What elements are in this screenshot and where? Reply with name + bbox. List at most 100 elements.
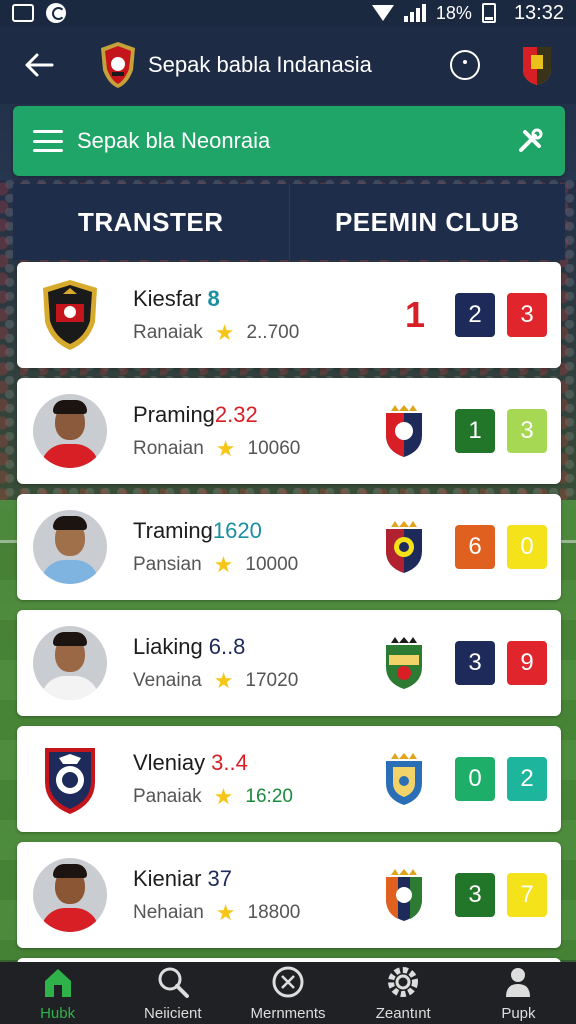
nav-hubk[interactable]: Hubk — [0, 962, 115, 1024]
tab-transter[interactable]: TRANSTER — [13, 184, 289, 260]
wifi-icon — [371, 5, 394, 21]
player-value: 1620 — [212, 518, 262, 543]
back-button[interactable] — [22, 48, 56, 82]
list-item[interactable]: Kieniar 37 Nehaian ★ 18800 3 7 — [17, 842, 561, 948]
player-region: Nehaian — [133, 902, 204, 923]
list-item[interactable]: Traming 1620 Pansian ★ 10000 6 0 — [17, 494, 561, 600]
list-item[interactable]: Kiesfar 8 Ranaiak ★ 2..700 1 2 3 — [17, 262, 561, 368]
avatar — [33, 510, 107, 584]
club-logo-icon — [101, 42, 135, 88]
player-region: Panaiak — [133, 786, 202, 807]
score-box: 6 — [455, 525, 495, 569]
score-box: 7 — [507, 873, 547, 917]
nav-label: Mernments — [250, 1005, 326, 1022]
club-crest-icon — [43, 280, 97, 350]
score-box: 9 — [507, 641, 547, 685]
sync-icon — [46, 3, 66, 23]
arrow-left-icon — [25, 53, 54, 77]
score-box: 2 — [455, 293, 495, 337]
player-rating: 10060 — [247, 438, 301, 459]
battery-percent: 18% — [435, 2, 472, 23]
star-icon: ★ — [213, 552, 234, 577]
avatar — [33, 394, 107, 468]
club-crest-icon — [386, 637, 422, 689]
player-name: Traming — [133, 518, 213, 543]
app-title: Sepak babla Indanasia — [148, 52, 372, 77]
list-item[interactable]: Liaking 6..8 Venaina ★ 17020 3 9 — [17, 610, 561, 716]
score-box: 3 — [455, 873, 495, 917]
score-box: 3 — [507, 293, 547, 337]
search-bar[interactable]: Sepak bla Neonraia — [13, 106, 565, 176]
player-region: Venaina — [133, 670, 202, 691]
tab-peemin-club[interactable]: PEEMIN CLUB — [288, 184, 566, 260]
search-icon — [158, 967, 189, 998]
list-item[interactable]: Vleniay 3..4 Panaiak ★ 16:20 0 2 — [17, 726, 561, 832]
player-value: 8 — [207, 286, 220, 311]
player-name: Kiesfar — [133, 286, 202, 311]
score-box: 0 — [507, 525, 547, 569]
avatar — [33, 626, 107, 700]
nav-zeantint[interactable]: Zeantınt — [346, 962, 461, 1024]
player-name: Vleniay — [133, 750, 206, 775]
star-icon: ★ — [215, 436, 236, 461]
player-photo — [33, 858, 107, 932]
score-box: 1 — [455, 409, 495, 453]
nav-label: Hubk — [40, 1005, 76, 1022]
player-name: Liaking — [133, 634, 203, 659]
bottom-nav: Hubk Neiicient Mernments Zeantınt Pupk — [0, 962, 576, 1024]
star-icon: ★ — [214, 320, 235, 345]
player-name: Kieniar — [133, 866, 202, 891]
clock-icon — [272, 966, 304, 998]
big-score: 1 — [404, 294, 425, 335]
signal-icon — [403, 4, 426, 22]
player-photo — [33, 394, 107, 468]
tab-bar: TRANSTER PEEMIN CLUB — [13, 184, 565, 260]
score-box: 3 — [455, 641, 495, 685]
avatar — [33, 858, 107, 932]
player-value: 37 — [207, 866, 232, 891]
player-value: 3..4 — [211, 750, 248, 775]
team-badge-icon[interactable] — [520, 43, 554, 87]
nav-neiicient[interactable]: Neiicient — [115, 962, 230, 1024]
player-photo — [33, 510, 107, 584]
player-value: 2.32 — [214, 402, 258, 427]
nav-label: Neiicient — [144, 1005, 202, 1022]
list-item[interactable]: Praming 2.32 Ronaian ★ 10060 1 3 — [17, 378, 561, 484]
status-bar: 18% 13:32 — [0, 0, 576, 26]
star-icon: ★ — [213, 668, 234, 693]
nav-label: Pupk — [501, 1005, 536, 1022]
clock-time: 13:32 — [513, 1, 564, 24]
player-rating: 17020 — [245, 670, 299, 691]
player-list: Kiesfar 8 Ranaiak ★ 2..700 1 2 3 Praming… — [17, 262, 561, 988]
tools-icon[interactable] — [515, 126, 545, 156]
star-icon: ★ — [213, 784, 234, 809]
record-button[interactable] — [450, 50, 480, 80]
club-crest-icon — [45, 748, 95, 814]
battery-icon — [481, 3, 496, 23]
player-photo — [33, 626, 107, 700]
nav-mernments[interactable]: Mernments — [230, 962, 345, 1024]
menu-icon[interactable] — [33, 130, 63, 152]
app-bar: Sepak babla Indanasia — [0, 26, 576, 104]
score-box: 2 — [507, 757, 547, 801]
player-rating: 10000 — [245, 554, 299, 575]
nav-label: Zeantınt — [375, 1005, 431, 1022]
avatar — [33, 278, 107, 352]
player-rating: 18800 — [247, 902, 301, 923]
player-rating: 16:20 — [245, 786, 293, 807]
player-region: Ranaiak — [133, 322, 203, 343]
star-icon: ★ — [215, 900, 236, 925]
nav-pupk[interactable]: Pupk — [461, 962, 576, 1024]
player-value: 6..8 — [208, 634, 246, 659]
club-crest-icon — [386, 405, 422, 457]
player-region: Pansian — [133, 554, 202, 575]
club-crest-icon — [386, 869, 422, 921]
home-icon — [44, 969, 71, 997]
score-box: 0 — [455, 757, 495, 801]
club-crest-icon — [386, 753, 422, 805]
screenshot-icon — [12, 4, 34, 22]
score-box: 3 — [507, 409, 547, 453]
player-name: Praming — [133, 402, 215, 427]
search-text: Sepak bla Neonraia — [77, 128, 271, 153]
player-rating: 2..700 — [246, 322, 300, 343]
